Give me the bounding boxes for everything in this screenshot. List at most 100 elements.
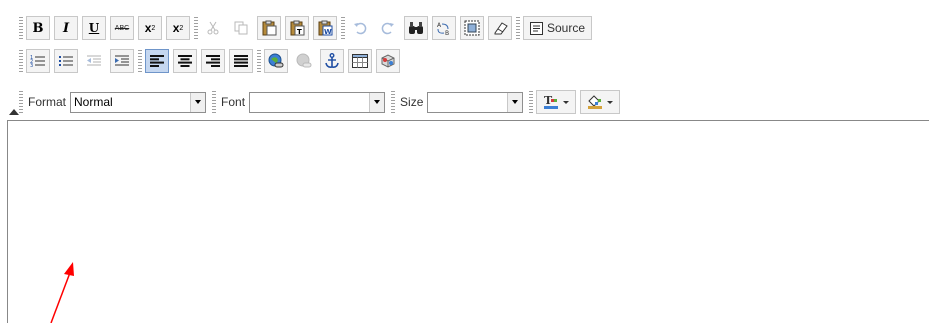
- redo-button[interactable]: [376, 16, 400, 40]
- rich-text-editor: B I U ABC x2 x2 T W A B Source 1 2 3 For…: [7, 0, 929, 323]
- cut-button[interactable]: [201, 16, 225, 40]
- link-button[interactable]: [264, 49, 288, 73]
- svg-text:W: W: [324, 28, 332, 36]
- image-icon: [381, 54, 395, 68]
- align-center-button[interactable]: [173, 49, 197, 73]
- source-icon: [530, 21, 543, 35]
- toolbar-grip[interactable]: [212, 91, 217, 113]
- paste-text-icon: T: [290, 20, 305, 36]
- toolbar-grip[interactable]: [19, 91, 23, 113]
- subscript-mark: 2: [151, 24, 156, 32]
- superscript-button[interactable]: x2: [166, 16, 190, 40]
- bold-button[interactable]: B: [26, 16, 50, 40]
- toolbar-grip[interactable]: [194, 17, 198, 39]
- subscript-label: x: [144, 21, 152, 35]
- table-button[interactable]: [348, 49, 372, 73]
- chevron-down-icon[interactable]: [369, 92, 385, 112]
- remove-format-button[interactable]: [488, 16, 512, 40]
- numbered-list-button[interactable]: 123: [26, 49, 50, 73]
- align-right-button[interactable]: [201, 49, 225, 73]
- cut-icon: [207, 21, 219, 35]
- size-value: [428, 93, 507, 112]
- chevron-down-icon: [563, 100, 570, 104]
- paste-button[interactable]: [257, 16, 281, 40]
- unlink-button[interactable]: [292, 49, 316, 73]
- strikethrough-button[interactable]: ABC: [110, 16, 134, 40]
- align-left-button[interactable]: [145, 49, 169, 73]
- numbered-list-icon: 123: [30, 55, 45, 68]
- indent-icon: [115, 55, 129, 66]
- format-dropdown[interactable]: Normal: [70, 91, 207, 113]
- find-button[interactable]: [404, 16, 428, 40]
- paste-word-icon: W: [318, 20, 333, 36]
- font-label: Font: [221, 95, 246, 109]
- toolbar-grip[interactable]: [138, 50, 142, 72]
- outdent-icon: [87, 55, 101, 66]
- format-label: Format: [28, 95, 67, 109]
- copy-icon: [234, 21, 248, 35]
- toolbar-row-3: Format Normal Font Size T: [19, 89, 624, 115]
- subscript-button[interactable]: x2: [138, 16, 162, 40]
- toolbar-grip[interactable]: [391, 91, 396, 113]
- svg-text:3: 3: [30, 63, 33, 68]
- background-color-button[interactable]: [580, 90, 621, 114]
- collapse-toolbar-icon[interactable]: [9, 109, 19, 115]
- align-left-icon: [150, 55, 164, 67]
- background-color-icon: [588, 95, 603, 109]
- remove-format-icon: [494, 22, 508, 35]
- source-label: Source: [547, 21, 586, 35]
- table-icon: [352, 54, 368, 68]
- paste-icon: [262, 20, 277, 36]
- format-value: Normal: [74, 94, 113, 109]
- bulleted-list-button[interactable]: [54, 49, 78, 73]
- font-dropdown[interactable]: [249, 91, 386, 113]
- bulleted-list-icon: [59, 56, 73, 66]
- toolbar-row-1: B I U ABC x2 x2 T W A B Source: [19, 15, 596, 41]
- anchor-icon: [325, 53, 339, 68]
- svg-text:T: T: [297, 28, 302, 36]
- size-label: Size: [400, 95, 424, 109]
- italic-label: I: [62, 20, 70, 36]
- chevron-down-icon[interactable]: [190, 92, 206, 112]
- editor-content-area[interactable]: [7, 120, 929, 323]
- source-button[interactable]: Source: [523, 16, 593, 40]
- toolbar-grip[interactable]: [529, 91, 534, 113]
- underline-button[interactable]: U: [82, 16, 106, 40]
- strikethrough-label: ABC: [114, 24, 130, 32]
- redo-icon: [381, 22, 394, 35]
- bold-label: B: [32, 20, 44, 36]
- italic-button[interactable]: I: [54, 16, 78, 40]
- font-value: [250, 93, 369, 112]
- toolbar-grip[interactable]: [257, 50, 261, 72]
- undo-button[interactable]: [348, 16, 372, 40]
- toolbar-grip[interactable]: [516, 17, 520, 39]
- underline-label: U: [88, 21, 100, 35]
- toolbar-grip[interactable]: [19, 50, 23, 72]
- text-color-button[interactable]: T: [536, 90, 577, 114]
- replace-button[interactable]: AB: [432, 16, 456, 40]
- chevron-down-icon[interactable]: [507, 92, 523, 112]
- svg-text:B: B: [445, 30, 449, 36]
- chevron-down-icon: [607, 100, 614, 104]
- align-center-icon: [178, 55, 192, 67]
- image-button[interactable]: [376, 49, 400, 73]
- justify-button[interactable]: [229, 49, 253, 73]
- superscript-mark: 2: [179, 24, 184, 32]
- outdent-button[interactable]: [82, 49, 106, 73]
- indent-button[interactable]: [110, 49, 134, 73]
- find-icon: [409, 22, 423, 34]
- select-all-button[interactable]: [460, 16, 484, 40]
- copy-button[interactable]: [229, 16, 253, 40]
- toolbar-grip[interactable]: [19, 17, 23, 39]
- undo-icon: [354, 22, 367, 35]
- select-all-icon: [464, 20, 480, 36]
- unlink-icon: [296, 53, 312, 68]
- align-right-icon: [206, 55, 220, 67]
- toolbar-row-2: 123: [19, 48, 404, 74]
- anchor-button[interactable]: [320, 49, 344, 73]
- paste-word-button[interactable]: W: [313, 16, 337, 40]
- paste-text-button[interactable]: T: [285, 16, 309, 40]
- toolbar-grip[interactable]: [341, 17, 345, 39]
- size-dropdown[interactable]: [427, 91, 524, 113]
- replace-icon: AB: [437, 22, 449, 36]
